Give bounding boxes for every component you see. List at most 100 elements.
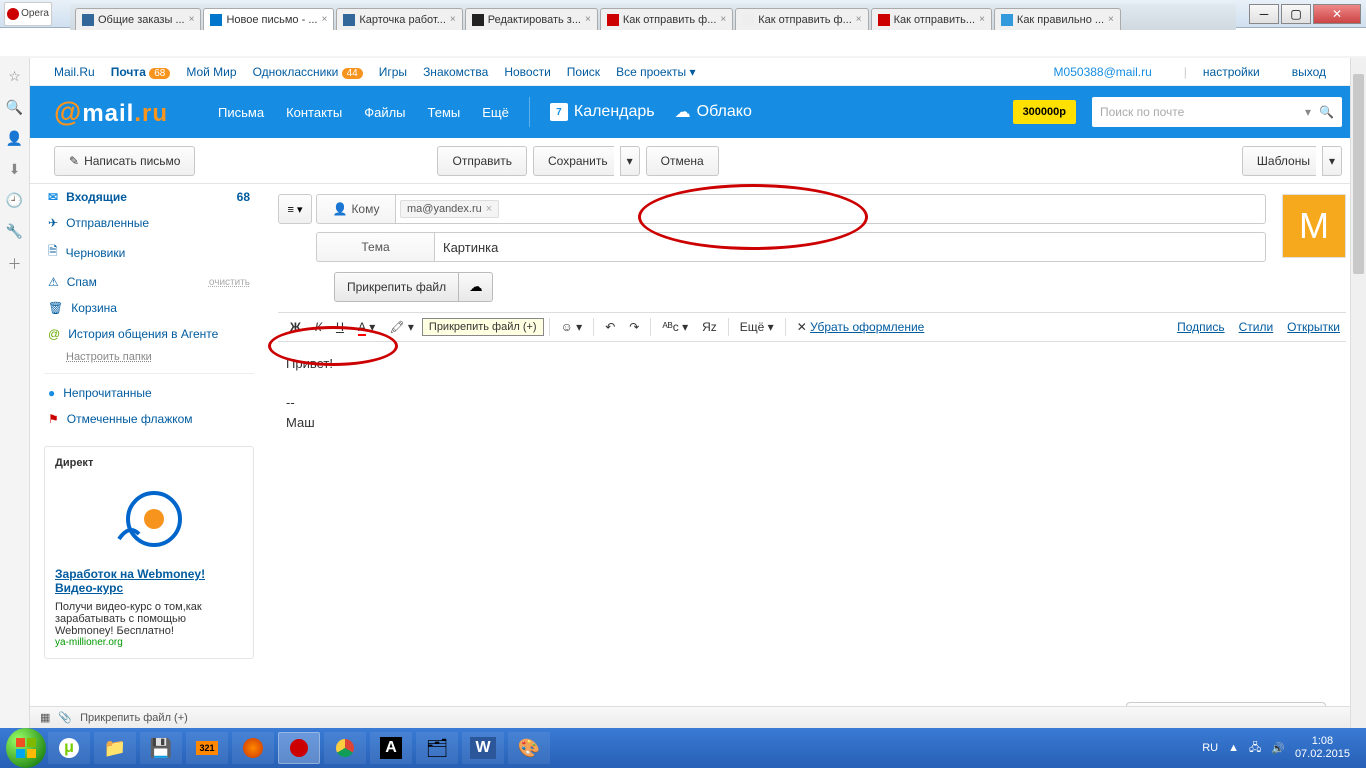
window-close[interactable]: ✕ <box>1313 4 1361 24</box>
taskbar-utorrent-icon[interactable]: μ <box>48 732 90 764</box>
spellcheck-button[interactable]: ᴬᴮᴄ ▾ <box>656 316 694 338</box>
message-body[interactable]: Привет! -- Маш <box>278 342 1346 444</box>
view-icon[interactable]: ▦ <box>40 711 50 724</box>
configure-folders-link[interactable]: Настроить папки <box>66 347 254 367</box>
cards-link[interactable]: Открытки <box>1287 320 1340 334</box>
scrollbar-thumb[interactable] <box>1353 74 1364 274</box>
text-color-button[interactable]: А ▾ <box>352 316 381 338</box>
panel-people-icon[interactable]: 👤 <box>6 130 23 147</box>
search-icon[interactable]: 🔍 <box>1319 105 1334 119</box>
send-button[interactable]: Отправить <box>437 146 527 176</box>
tab-close-icon[interactable]: × <box>189 14 195 25</box>
styles-link[interactable]: Стили <box>1239 320 1274 334</box>
attach-file-button[interactable]: Прикрепить файл <box>334 272 459 302</box>
chip-remove-icon[interactable]: × <box>486 203 492 215</box>
header-nav-item[interactable]: Темы <box>428 105 461 120</box>
clear-formatting-button[interactable]: ✕ Убрать оформление <box>791 316 931 338</box>
portal-link[interactable]: Mail.Ru <box>54 65 95 79</box>
translate-button[interactable]: Яz <box>696 316 723 338</box>
user-email[interactable]: M050388@mail.ru <box>1054 65 1152 79</box>
browser-tab[interactable]: Как отправить ф...× <box>600 8 733 30</box>
recipient-chip[interactable]: ma@yandex.ru × <box>400 200 499 218</box>
cancel-button[interactable]: Отмена <box>646 146 719 176</box>
folder-inbox[interactable]: ✉Входящие68 <box>44 184 254 210</box>
start-button[interactable] <box>6 728 46 768</box>
promo-badge[interactable]: 300000р <box>1013 100 1076 124</box>
folder-agent-history[interactable]: @История общения в Агенте <box>44 321 254 347</box>
opera-menu-button[interactable]: Opera <box>4 2 52 26</box>
subject-field[interactable]: Картинка <box>434 232 1266 262</box>
templates-dropdown[interactable]: ▾ <box>1322 146 1342 176</box>
portal-link[interactable]: Поиск <box>567 65 600 79</box>
taskbar-chrome-icon[interactable] <box>324 732 366 764</box>
tab-close-icon[interactable]: × <box>321 14 327 25</box>
taskbar-player-icon[interactable]: 321 <box>186 732 228 764</box>
taskbar-save-icon[interactable]: 💾 <box>140 732 182 764</box>
taskbar-firefox-icon[interactable] <box>232 732 274 764</box>
browser-tab[interactable]: Как отправить...× <box>871 8 992 30</box>
tray-show-hidden-icon[interactable]: ▲ <box>1228 742 1239 754</box>
tab-close-icon[interactable]: × <box>1108 14 1114 25</box>
save-button[interactable]: Сохранить <box>533 146 614 176</box>
window-minimize[interactable]: ─ <box>1249 4 1279 24</box>
browser-tab[interactable]: Карточка работ...× <box>336 8 462 30</box>
portal-link[interactable]: Новости <box>504 65 550 79</box>
undo-button[interactable]: ↶ <box>599 316 621 338</box>
tab-close-icon[interactable]: × <box>856 14 862 25</box>
to-label[interactable]: 👤Кому <box>316 194 396 224</box>
taskbar-explorer-icon[interactable]: 📁 <box>94 732 136 764</box>
mailru-logo[interactable]: @mail.ru <box>54 96 168 128</box>
portal-link[interactable]: Почта 68 <box>111 65 171 79</box>
portal-link[interactable]: Все проекты ▾ <box>616 65 695 79</box>
browser-tab[interactable]: Новое письмо - ...× <box>203 8 334 30</box>
tray-clock[interactable]: 1:08 07.02.2015 <box>1295 735 1350 761</box>
calendar-link[interactable]: 7 Календарь <box>550 103 655 121</box>
taskbar-opera-icon[interactable] <box>278 732 320 764</box>
recipients-toggle[interactable]: ≡ ▾ <box>278 194 312 224</box>
panel-add-icon[interactable]: ＋ <box>8 254 22 274</box>
folder-spam[interactable]: ⚠Спамочистить <box>44 269 254 295</box>
cloud-link[interactable]: ☁ Облако <box>675 102 752 122</box>
panel-download-icon[interactable]: ⬇ <box>9 161 21 178</box>
browser-tab[interactable]: Как правильно ...× <box>994 8 1121 30</box>
portal-link[interactable]: Одноклассники 44 <box>253 65 363 79</box>
to-field[interactable]: ma@yandex.ru × <box>396 194 1266 224</box>
panel-settings-icon[interactable]: 🔧 <box>6 223 23 240</box>
header-nav-item[interactable]: Письма <box>218 105 264 120</box>
panel-history-icon[interactable]: 🕘 <box>6 192 23 209</box>
tab-close-icon[interactable]: × <box>979 14 985 25</box>
tray-volume-icon[interactable]: 🔊 <box>1271 742 1285 755</box>
taskbar-word-icon[interactable]: W <box>462 732 504 764</box>
logout-link[interactable]: выход <box>1292 65 1326 79</box>
tray-lang[interactable]: RU <box>1202 742 1218 754</box>
templates-button[interactable]: Шаблоны <box>1242 146 1316 176</box>
taskbar-folder-icon[interactable]: 🗂 <box>416 732 458 764</box>
folder-unread[interactable]: ●Непрочитанные <box>44 380 254 406</box>
folder-flagged[interactable]: ⚑Отмеченные флажком <box>44 406 254 432</box>
clear-spam-link[interactable]: очистить <box>209 277 250 288</box>
emoji-button[interactable]: ☺ ▾ <box>555 316 589 338</box>
folder-drafts[interactable]: 🗎Черновики <box>44 236 254 269</box>
header-nav-item[interactable]: Контакты <box>286 105 342 120</box>
panel-search-icon[interactable]: 🔍 <box>6 99 23 116</box>
more-formatting-button[interactable]: Ещё ▾ <box>734 316 780 338</box>
underline-button[interactable]: Ч <box>330 316 350 338</box>
compose-new-button[interactable]: ✎Написать письмо <box>54 146 195 176</box>
tab-close-icon[interactable]: × <box>585 14 591 25</box>
italic-button[interactable]: К <box>309 316 328 338</box>
taskbar-app-icon[interactable]: A <box>370 732 412 764</box>
signature-link[interactable]: Подпись <box>1177 320 1225 334</box>
panel-star-icon[interactable]: ☆ <box>8 68 21 85</box>
tray-network-icon[interactable]: 🖧 <box>1249 739 1261 758</box>
bold-button[interactable]: Ж <box>284 316 307 338</box>
settings-link[interactable]: настройки <box>1203 65 1260 79</box>
mail-search-input[interactable]: Поиск по почте ▾🔍 <box>1092 97 1342 127</box>
portal-link[interactable]: Знакомства <box>423 65 488 79</box>
folder-sent[interactable]: ✈Отправленные <box>44 210 254 236</box>
tab-close-icon[interactable]: × <box>450 14 456 25</box>
bg-color-button[interactable]: 🖍 ▾ <box>383 316 420 338</box>
redo-button[interactable]: ↷ <box>623 316 645 338</box>
header-nav-item[interactable]: Файлы <box>364 105 405 120</box>
vertical-scrollbar[interactable] <box>1350 58 1366 728</box>
browser-tab[interactable]: Общие заказы ...× <box>75 8 201 30</box>
